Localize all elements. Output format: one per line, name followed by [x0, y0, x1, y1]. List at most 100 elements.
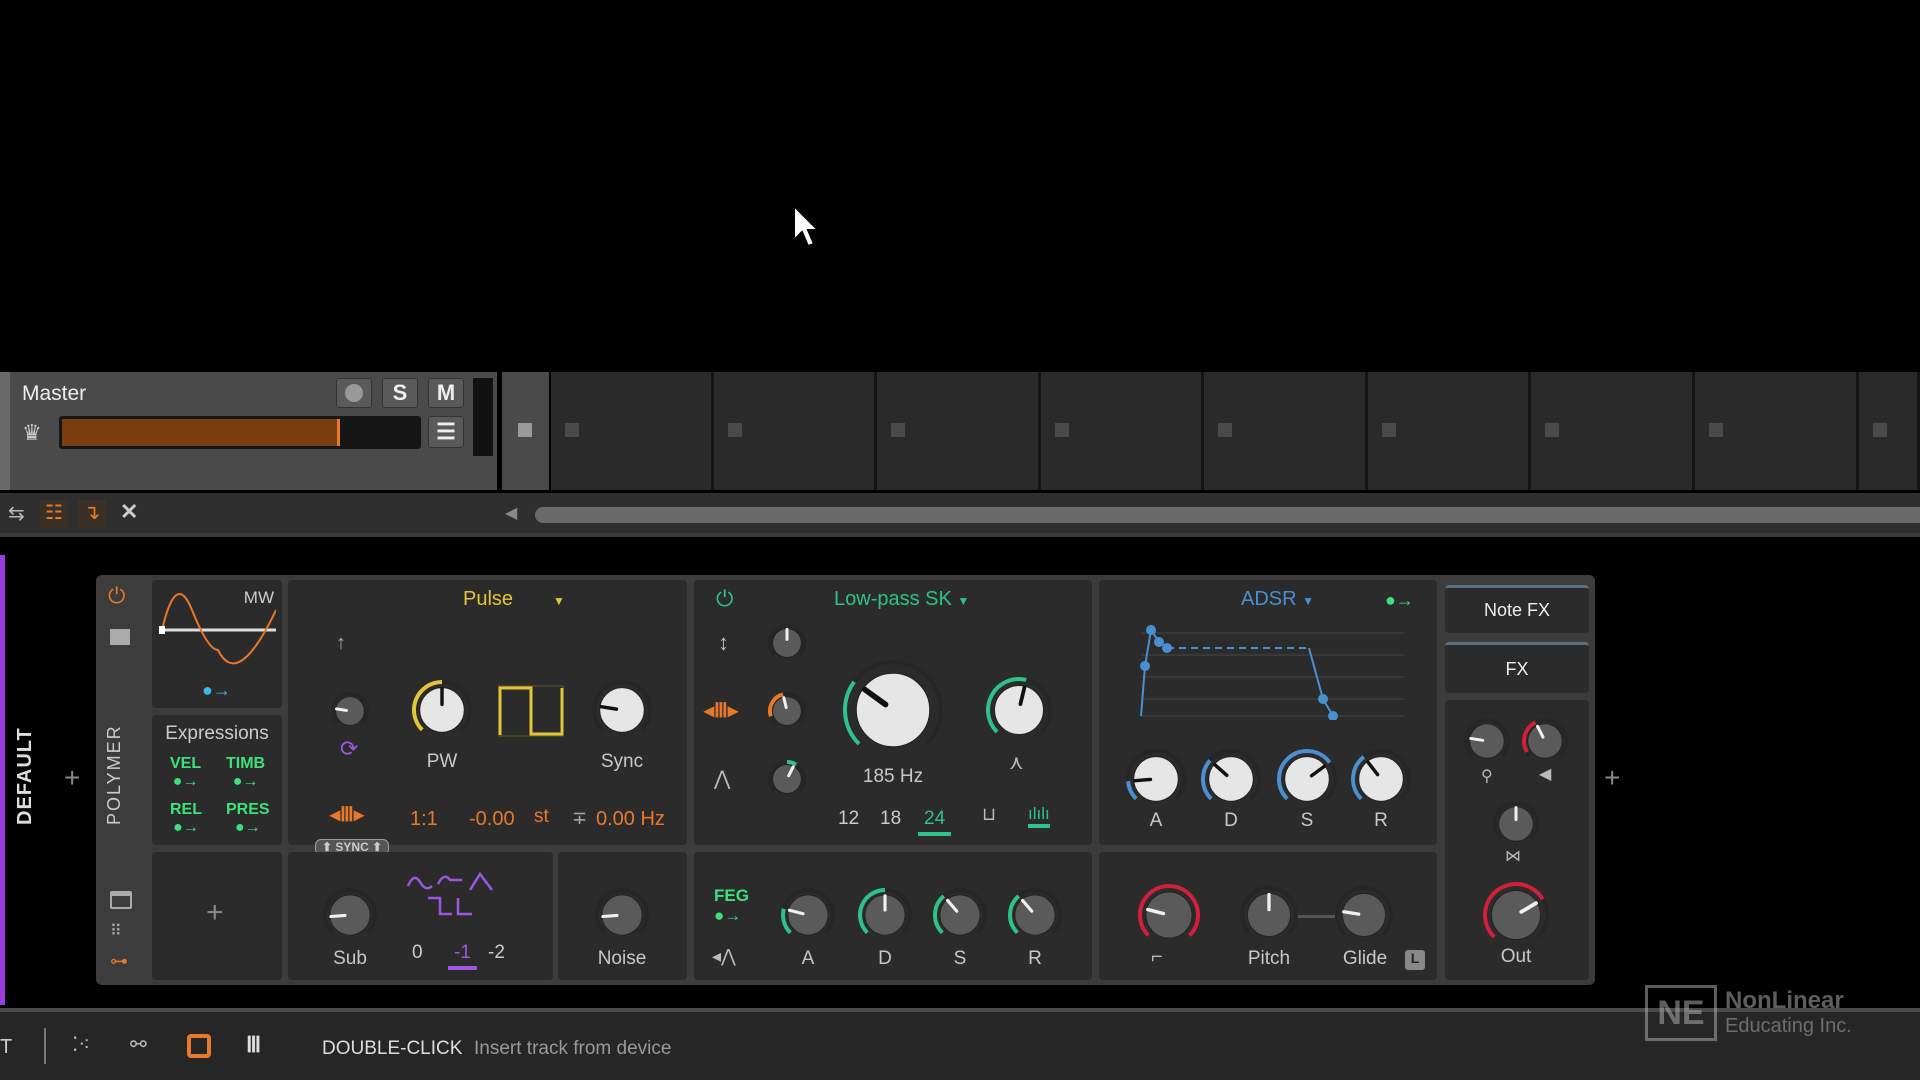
- insert-arrow-icon[interactable]: ↴: [78, 500, 106, 528]
- mixer-icon[interactable]: Ⅲ: [246, 1032, 261, 1058]
- master-stop-column[interactable]: [502, 372, 549, 490]
- sub-waveform-icons[interactable]: [406, 872, 516, 922]
- expression-rel[interactable]: REL ●→: [170, 801, 202, 837]
- close-icon[interactable]: ✕: [120, 499, 138, 525]
- envelope-icon: ⋀: [714, 768, 731, 790]
- add-modulator-slot[interactable]: +: [152, 852, 282, 980]
- modulation-arrow-icon[interactable]: ●→: [202, 680, 231, 701]
- sub-octave-0[interactable]: 0: [412, 942, 423, 964]
- noise-knob[interactable]: [594, 887, 650, 943]
- cutoff-knob[interactable]: [842, 659, 944, 761]
- sub-octave-minus1[interactable]: -1: [448, 942, 477, 970]
- device-power-icon[interactable]: ⏻: [108, 583, 125, 609]
- clip-slot[interactable]: [1531, 372, 1695, 490]
- env-attack-knob[interactable]: [1125, 748, 1187, 810]
- filter-power-icon[interactable]: ⏻: [716, 586, 733, 612]
- preset-folder-icon[interactable]: [110, 629, 130, 645]
- device-panel-toggle-icon[interactable]: [187, 1034, 211, 1058]
- sync-label: Sync: [600, 751, 644, 772]
- master-track-header[interactable]: Master S M ♛ ☰: [0, 372, 497, 490]
- feg-release-knob[interactable]: [1007, 887, 1063, 943]
- oscillator-type: Pulse: [463, 588, 514, 610]
- ratio-value[interactable]: 1:1: [410, 808, 438, 831]
- modulator-icon[interactable]: ⊶: [110, 951, 128, 972]
- envelope-type-dropdown[interactable]: ADSR ▼: [1241, 588, 1314, 611]
- swap-icon[interactable]: ⇆: [8, 501, 25, 526]
- sub-octave-minus2[interactable]: -2: [488, 942, 505, 964]
- slope-12[interactable]: 12: [838, 808, 859, 830]
- filter-env-amount-knob[interactable]: [767, 759, 807, 799]
- fine-tune-icon: ∓: [572, 808, 588, 828]
- solo-button[interactable]: S: [382, 378, 418, 408]
- velocity-sensitivity-knob[interactable]: [1137, 883, 1201, 947]
- pan-knob[interactable]: [1463, 717, 1511, 765]
- clip-slot[interactable]: [551, 372, 714, 490]
- volume-fader[interactable]: [59, 416, 421, 449]
- feg-modulation[interactable]: FEG ●→: [714, 886, 749, 926]
- legato-toggle[interactable]: L: [1405, 950, 1425, 970]
- output-gain-knob[interactable]: [1521, 717, 1569, 765]
- expression-vel[interactable]: VEL ●→: [170, 755, 201, 791]
- keytrack-icon[interactable]: ◂Ⅲ▸: [330, 802, 364, 827]
- note-grid-icon[interactable]: ⁚⁖: [72, 1032, 90, 1057]
- add-device-before-button[interactable]: +: [64, 762, 80, 794]
- feg-sustain-knob[interactable]: [932, 887, 988, 943]
- expression-pres[interactable]: PRES ●→: [226, 801, 270, 837]
- add-device-after-button[interactable]: +: [1604, 762, 1620, 794]
- semitone-unit: st: [534, 806, 549, 827]
- note-fx-button[interactable]: Note FX: [1445, 585, 1589, 633]
- glide-knob[interactable]: [1334, 885, 1394, 945]
- pw-knob[interactable]: [411, 679, 473, 741]
- grid-icon[interactable]: ⠿: [110, 921, 122, 941]
- lfo-panel[interactable]: MW ●→: [152, 580, 282, 708]
- clip-slot[interactable]: [1368, 372, 1531, 490]
- env-release-knob[interactable]: [1350, 748, 1412, 810]
- clip-slot[interactable]: [1041, 372, 1204, 490]
- filter-mode-comb-icon[interactable]: ılılı: [1028, 804, 1050, 828]
- fine-tune-value[interactable]: 0.00 Hz: [596, 808, 665, 831]
- slope-24[interactable]: 24: [918, 808, 952, 836]
- clip-slot[interactable]: [1859, 372, 1920, 490]
- expression-timb[interactable]: TIMB ●→: [226, 755, 265, 791]
- track-menu-button[interactable]: ☰: [428, 416, 464, 448]
- expression-label: TIMB: [226, 755, 266, 772]
- record-arm-button[interactable]: [336, 378, 372, 408]
- oscillator-type-dropdown[interactable]: Pulse ▼: [463, 588, 565, 611]
- window-icon[interactable]: [110, 891, 132, 909]
- sub-knob[interactable]: [322, 887, 378, 943]
- env-decay-knob[interactable]: [1200, 748, 1262, 810]
- fx-button[interactable]: FX: [1445, 642, 1589, 693]
- sync-knob[interactable]: [591, 679, 653, 741]
- env-sustain-knob[interactable]: [1276, 748, 1338, 810]
- mute-button[interactable]: M: [428, 378, 464, 408]
- stop-icon: [728, 423, 742, 437]
- slope-18[interactable]: 18: [880, 808, 901, 830]
- pitch-glide-link: [1295, 915, 1335, 918]
- link-icon[interactable]: ⚯: [130, 1032, 147, 1057]
- filter-drive-knob[interactable]: [767, 623, 807, 663]
- out-knob[interactable]: [1482, 881, 1550, 949]
- filter-keytrack-knob[interactable]: [767, 691, 807, 731]
- clip-slot[interactable]: [877, 372, 1041, 490]
- modulation-cycle-icon[interactable]: ⟳: [340, 736, 358, 762]
- clip-slot[interactable]: [714, 372, 877, 490]
- scroll-left-icon[interactable]: ◀: [505, 503, 517, 523]
- stop-icon: [1873, 423, 1887, 437]
- osc-pitch-mod-knob[interactable]: [330, 691, 370, 731]
- modulation-arrow-icon: ●→: [173, 819, 199, 836]
- feg-attack-knob[interactable]: [780, 887, 836, 943]
- horizontal-scrollbar[interactable]: [535, 507, 1920, 523]
- plus-icon: +: [206, 896, 224, 929]
- resonance-knob[interactable]: [985, 676, 1053, 744]
- filter-type-dropdown[interactable]: Low-pass SK ▼: [834, 588, 969, 611]
- filter-mode-lp-icon[interactable]: ⊔: [982, 804, 996, 825]
- semitone-value[interactable]: -0.00: [469, 808, 515, 831]
- layout-icon[interactable]: ☷: [40, 500, 68, 528]
- clip-slot[interactable]: [1204, 372, 1368, 490]
- feg-decay-knob[interactable]: [857, 887, 913, 943]
- modulation-arrow-icon[interactable]: ●→: [1385, 590, 1414, 611]
- pitch-knob[interactable]: [1239, 885, 1299, 945]
- clip-slot[interactable]: [1695, 372, 1859, 490]
- track-name: Master: [22, 382, 87, 405]
- spread-knob[interactable]: [1492, 800, 1540, 848]
